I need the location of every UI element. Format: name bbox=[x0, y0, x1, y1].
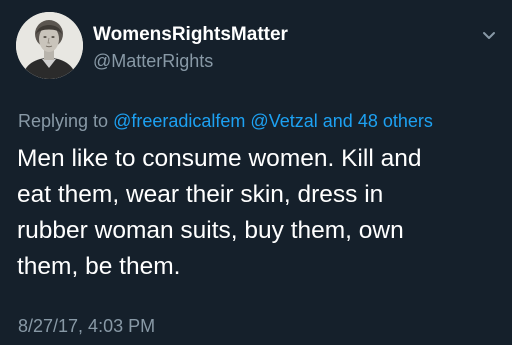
mention-link-freeradicalfem[interactable]: @freeradicalfem bbox=[113, 111, 245, 131]
portrait-avatar-icon bbox=[16, 12, 83, 79]
tweet-text-line: rubber woman suits, buy them, own bbox=[17, 217, 404, 244]
replying-to-line: Replying to @freeradicalfem @Vetzal and … bbox=[18, 109, 433, 133]
tweet-card: WomensRightsMatter @MatterRights Replyin… bbox=[0, 0, 512, 345]
tweet-text: Men like to consume women. Kill and eat … bbox=[17, 141, 497, 285]
chevron-down-icon bbox=[483, 32, 495, 39]
author-display-name[interactable]: WomensRightsMatter bbox=[93, 23, 288, 47]
tweet-text-line: Men like to consume women. Kill and bbox=[17, 145, 422, 172]
tweet-timestamp[interactable]: 8/27/17, 4:03 PM bbox=[18, 314, 155, 338]
and-word: and bbox=[322, 111, 353, 131]
replying-to-label: Replying to bbox=[18, 111, 109, 131]
mention-link-vetzal[interactable]: @Vetzal bbox=[250, 111, 317, 131]
others-link[interactable]: 48 others bbox=[358, 111, 433, 131]
author-avatar[interactable] bbox=[16, 12, 83, 79]
tweet-text-line: them, be them. bbox=[17, 253, 181, 280]
tweet-menu-button[interactable] bbox=[478, 28, 500, 44]
author-handle[interactable]: @MatterRights bbox=[93, 50, 213, 72]
tweet-text-line: eat them, wear their skin, dress in bbox=[17, 181, 384, 208]
